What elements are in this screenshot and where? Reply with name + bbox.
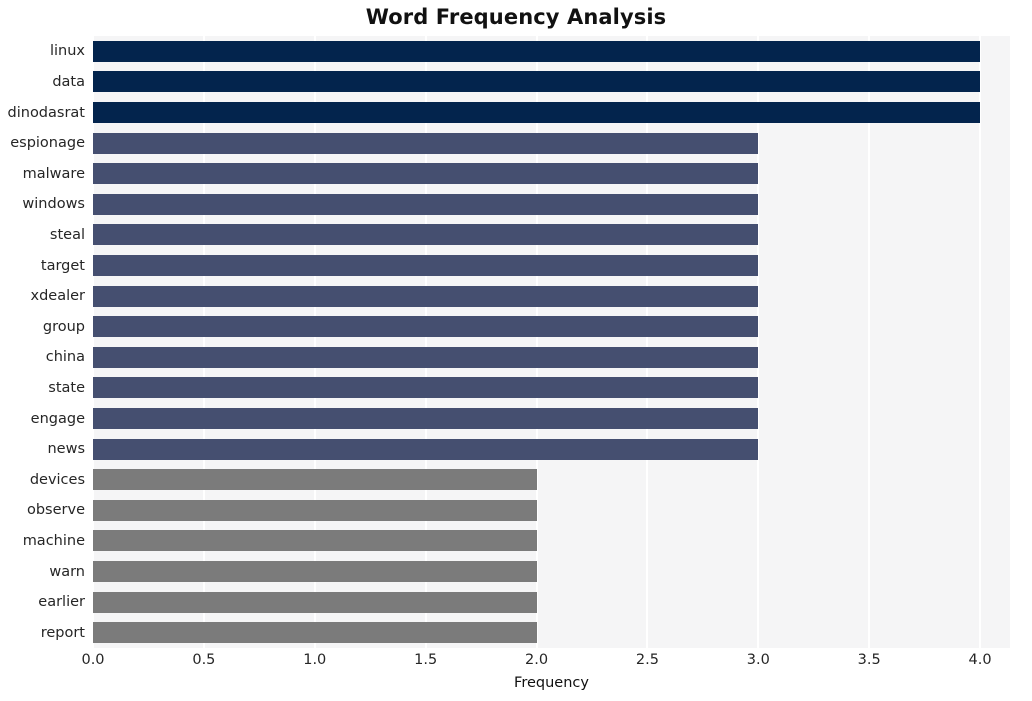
y-tick-label-group: group xyxy=(42,318,85,335)
y-axis-tick-labels: linux data dinodasrat espionage malware windo… xyxy=(0,36,85,648)
y-tick-label-espionage: espionage xyxy=(10,135,85,152)
y-tick-label-engage: engage xyxy=(30,410,85,427)
x-tick-label-3.5: 3.5 xyxy=(857,652,881,668)
y-tick-label-warn: warn xyxy=(49,563,85,580)
y-tick-label-malware: malware xyxy=(22,165,85,182)
plot-area xyxy=(93,36,1010,648)
x-tick-label-0.0: 0.0 xyxy=(81,652,105,668)
chart-figure: Word Frequency Analysis linux data dinodas… xyxy=(0,0,1032,701)
x-tick-label-4.0: 4.0 xyxy=(968,652,992,668)
y-tick-label-china: china xyxy=(45,349,85,366)
chart-title: Word Frequency Analysis xyxy=(365,5,667,29)
x-tick-label-3.0: 3.0 xyxy=(746,652,770,668)
y-tick-label-xdealer: xdealer xyxy=(30,288,85,305)
y-tick-label-devices: devices xyxy=(29,471,85,488)
bar-windows[interactable] xyxy=(93,193,759,215)
y-tick-label-state: state xyxy=(48,379,85,396)
y-tick-label-dinodasrat: dinodasrat xyxy=(7,104,85,121)
x-tick-label-2.0: 2.0 xyxy=(524,652,549,668)
bar-data[interactable] xyxy=(93,71,981,93)
y-tick-label-data: data xyxy=(52,73,85,90)
bar-news[interactable] xyxy=(93,438,759,460)
bar-malware[interactable] xyxy=(93,163,759,185)
bar-linux[interactable] xyxy=(93,40,981,62)
bar-target[interactable] xyxy=(93,255,759,276)
bar-xdealer[interactable] xyxy=(93,285,759,307)
bars-group xyxy=(93,36,1010,648)
y-tick-label-report: report xyxy=(40,624,85,641)
bar-group[interactable] xyxy=(93,316,759,338)
bar-state[interactable] xyxy=(93,377,759,399)
bar-observe[interactable] xyxy=(93,499,537,521)
y-tick-label-observe: observe xyxy=(26,502,85,519)
x-tick-label-0.5: 0.5 xyxy=(192,652,216,668)
bar-china[interactable] xyxy=(93,346,759,368)
y-tick-label-windows: windows xyxy=(22,196,85,213)
bar-devices[interactable] xyxy=(93,469,537,491)
x-axis-tick-labels: 0.0 0.5 1.0 1.5 2.0 2.5 3.0 3.5 4.0 xyxy=(0,652,1032,674)
x-tick-label-1.5: 1.5 xyxy=(414,652,438,668)
bar-warn[interactable] xyxy=(93,561,537,582)
bar-earlier[interactable] xyxy=(93,591,537,613)
y-tick-label-linux: linux xyxy=(49,43,85,60)
bar-espionage[interactable] xyxy=(93,132,759,154)
y-tick-label-machine: machine xyxy=(22,532,85,549)
x-axis-title: Frequency xyxy=(514,675,589,691)
bar-report[interactable] xyxy=(93,622,537,644)
x-tick-label-1.0: 1.0 xyxy=(303,652,327,668)
x-tick-label-2.5: 2.5 xyxy=(635,652,659,668)
y-tick-label-steal: steal xyxy=(49,226,85,243)
y-tick-label-news: news xyxy=(47,441,85,458)
bar-steal[interactable] xyxy=(93,224,759,246)
bar-engage[interactable] xyxy=(93,408,759,429)
y-tick-label-earlier: earlier xyxy=(38,594,85,611)
bar-machine[interactable] xyxy=(93,530,537,552)
y-tick-label-target: target xyxy=(40,257,85,274)
bar-dinodasrat[interactable] xyxy=(93,102,981,123)
